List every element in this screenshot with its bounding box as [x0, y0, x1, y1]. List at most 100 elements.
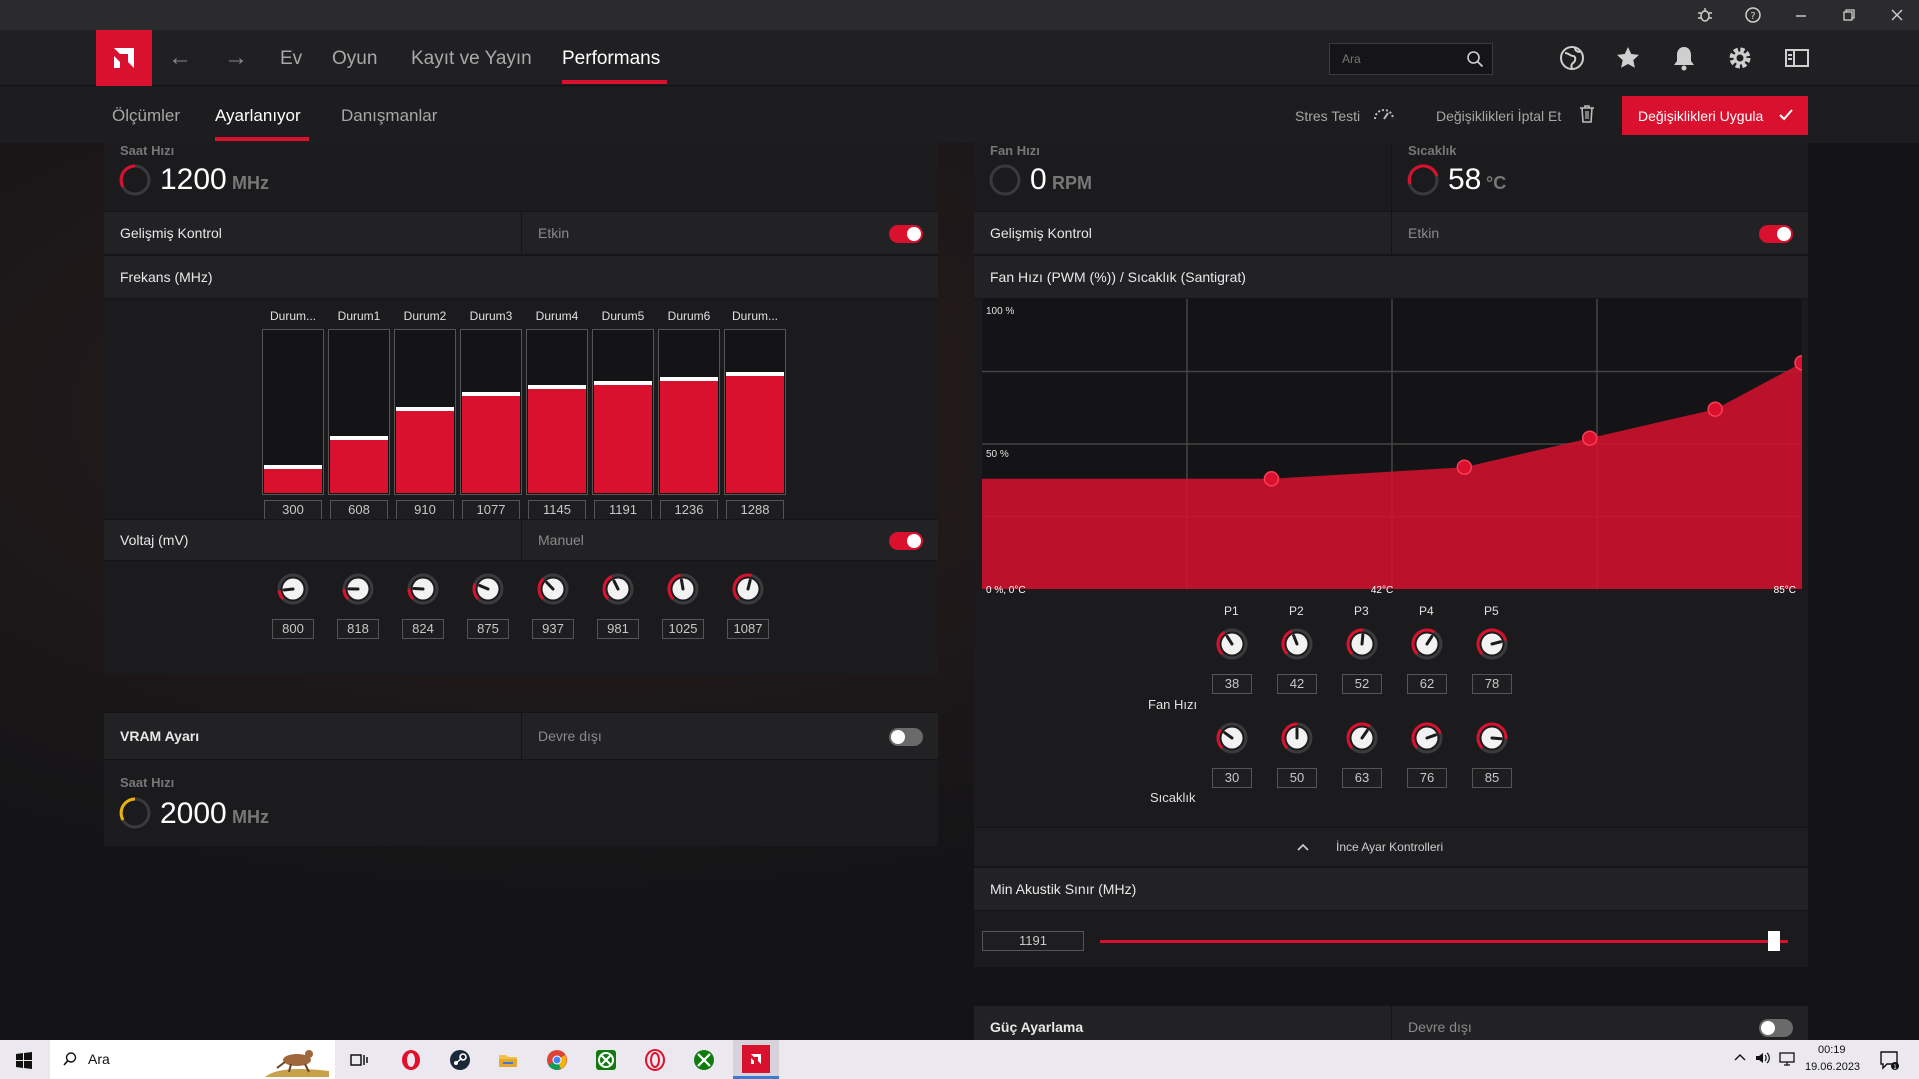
voltage-knob[interactable]: [535, 571, 571, 607]
discard-changes-button[interactable]: Değişiklikleri İptal Et: [1436, 108, 1561, 124]
frequency-value-box[interactable]: 300: [264, 500, 322, 520]
voltage-value-box[interactable]: 824: [402, 619, 444, 639]
close-icon[interactable]: [1886, 4, 1908, 26]
vram-toggle[interactable]: [889, 728, 923, 746]
file-explorer-icon[interactable]: [494, 1046, 522, 1074]
help-icon[interactable]: ?: [1742, 4, 1764, 26]
temperature-knob[interactable]: [1409, 720, 1445, 756]
temperature-value-box[interactable]: 85: [1472, 768, 1512, 788]
trash-icon[interactable]: [1578, 104, 1596, 129]
tab-olcumler[interactable]: Ölçümler: [112, 106, 180, 126]
xbox-app-icon[interactable]: [690, 1046, 718, 1074]
frequency-bar-fill[interactable]: [330, 436, 388, 493]
fan-speed-value-box[interactable]: 78: [1472, 674, 1512, 694]
temperature-value-box[interactable]: 63: [1342, 768, 1382, 788]
temperature-knob[interactable]: [1474, 720, 1510, 756]
taskbar-search-box[interactable]: Ara: [50, 1040, 335, 1079]
stress-test-button[interactable]: Stres Testi: [1295, 108, 1360, 124]
voltage-knob[interactable]: [600, 571, 636, 607]
voltage-knob[interactable]: [470, 571, 506, 607]
restore-icon[interactable]: [1838, 4, 1860, 26]
acoustic-slider-thumb[interactable]: [1768, 931, 1781, 951]
voltage-value-box[interactable]: 981: [597, 619, 639, 639]
fan-advanced-control-toggle[interactable]: [1759, 225, 1793, 243]
chrome-icon[interactable]: [543, 1046, 571, 1074]
temperature-value-box[interactable]: 76: [1407, 768, 1447, 788]
fan-speed-knob[interactable]: [1214, 626, 1250, 662]
temperature-knob[interactable]: [1214, 720, 1250, 756]
fan-curve-point[interactable]: [1794, 355, 1802, 371]
fan-speed-value-box[interactable]: 62: [1407, 674, 1447, 694]
fan-curve-point[interactable]: [1582, 430, 1598, 446]
taskbar-date[interactable]: 19.06.2023: [1805, 1061, 1860, 1073]
task-view-icon[interactable]: [345, 1046, 373, 1074]
forward-arrow-icon[interactable]: →: [224, 44, 248, 72]
opera-icon[interactable]: [397, 1046, 425, 1074]
voltage-knob[interactable]: [275, 571, 311, 607]
temperature-value-box[interactable]: 30: [1212, 768, 1252, 788]
fan-speed-value-box[interactable]: 42: [1277, 674, 1317, 694]
nav-item-performans[interactable]: Performans: [562, 48, 660, 70]
fan-speed-knob[interactable]: [1344, 626, 1380, 662]
taskbar-amd-active[interactable]: [733, 1040, 779, 1079]
acoustic-slider-track[interactable]: [1100, 940, 1788, 943]
frequency-bar[interactable]: [262, 329, 324, 495]
star-icon[interactable]: [1610, 40, 1646, 76]
frequency-value-box[interactable]: 1145: [528, 500, 586, 520]
temperature-knob[interactable]: [1279, 720, 1315, 756]
sidebar-icon[interactable]: [1778, 40, 1814, 76]
search-input[interactable]: [1330, 44, 1460, 74]
fan-speed-knob[interactable]: [1279, 626, 1315, 662]
frequency-bar-fill[interactable]: [726, 372, 784, 493]
frequency-bar[interactable]: [328, 329, 390, 495]
back-arrow-icon[interactable]: ←: [168, 44, 192, 72]
power-tuning-toggle[interactable]: [1759, 1019, 1793, 1037]
frequency-bar-fill[interactable]: [660, 377, 718, 493]
frequency-bar[interactable]: [394, 329, 456, 495]
fan-speed-knob[interactable]: [1474, 626, 1510, 662]
frequency-bar-fill[interactable]: [264, 465, 322, 493]
frequency-bar-fill[interactable]: [462, 392, 520, 493]
network-icon[interactable]: [1778, 1049, 1796, 1072]
fan-curve-point[interactable]: [1707, 401, 1723, 417]
fan-speed-value-box[interactable]: 52: [1342, 674, 1382, 694]
tab-ayarlaniyor[interactable]: Ayarlanıyor: [215, 106, 301, 126]
frequency-value-box[interactable]: 1236: [660, 500, 718, 520]
voltage-knob[interactable]: [730, 571, 766, 607]
frequency-bar[interactable]: [460, 329, 522, 495]
gear-icon[interactable]: [1722, 40, 1758, 76]
voltage-value-box[interactable]: 1087: [727, 619, 769, 639]
tab-danismanlar[interactable]: Danışmanlar: [341, 106, 437, 126]
frequency-value-box[interactable]: 1077: [462, 500, 520, 520]
notification-center-icon[interactable]: 1: [1878, 1049, 1900, 1076]
show-hidden-icons-chevron-icon[interactable]: [1733, 1050, 1747, 1069]
voltage-value-box[interactable]: 875: [467, 619, 509, 639]
fan-curve-point[interactable]: [1263, 471, 1280, 487]
bell-icon[interactable]: [1666, 40, 1702, 76]
windows-start-icon[interactable]: [10, 1046, 38, 1074]
nav-item-oyun[interactable]: Oyun: [332, 48, 377, 70]
volume-icon[interactable]: [1754, 1049, 1772, 1072]
frequency-bar[interactable]: [526, 329, 588, 495]
acoustic-value-box[interactable]: 1191: [982, 931, 1084, 951]
minimize-icon[interactable]: [1790, 4, 1812, 26]
nav-item-ev[interactable]: Ev: [280, 48, 302, 70]
frequency-value-box[interactable]: 608: [330, 500, 388, 520]
voltage-knob[interactable]: [405, 571, 441, 607]
frequency-bar[interactable]: [724, 329, 786, 495]
fine-tune-row[interactable]: İnce Ayar Kontrolleri: [974, 827, 1808, 867]
fan-curve-point[interactable]: [1456, 459, 1473, 475]
frequency-bar-fill[interactable]: [528, 385, 586, 493]
temperature-knob[interactable]: [1344, 720, 1380, 756]
fan-speed-value-box[interactable]: 38: [1212, 674, 1252, 694]
gpu-advanced-control-toggle[interactable]: [889, 225, 923, 243]
temperature-value-box[interactable]: 50: [1277, 768, 1317, 788]
bug-icon[interactable]: [1694, 4, 1716, 26]
speedometer-icon[interactable]: [1372, 104, 1396, 127]
voltage-value-box[interactable]: 937: [532, 619, 574, 639]
opera-gx-icon[interactable]: [641, 1046, 669, 1074]
frequency-bar[interactable]: [592, 329, 654, 495]
frequency-value-box[interactable]: 1288: [726, 500, 784, 520]
apply-changes-button[interactable]: Değişiklikleri Uygula: [1622, 96, 1808, 135]
frequency-bar-fill[interactable]: [396, 407, 454, 493]
